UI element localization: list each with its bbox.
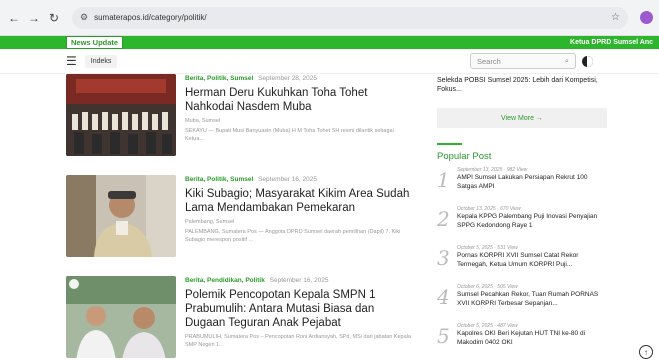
- article-thumbnail[interactable]: [66, 276, 176, 358]
- popular-meta: October 6, 2025 · 505 View: [457, 284, 518, 290]
- popular-rank: 1: [437, 168, 450, 192]
- popular-rank: 3: [437, 246, 450, 270]
- article-title[interactable]: Kiki Subagio; Masyarakat Kikim Area Suda…: [185, 187, 411, 215]
- sidebar-top-post[interactable]: Selekda POBSI Sumsel 2025: Lebih dari Ko…: [437, 76, 607, 94]
- back-icon[interactable]: ←: [6, 10, 22, 26]
- article-date: September 16, 2025: [269, 277, 329, 284]
- ticker-headline[interactable]: Ketua DPRD Sumsel Anc: [570, 39, 659, 46]
- hamburger-icon[interactable]: ☰: [66, 54, 77, 68]
- news-update-tag: News Update: [66, 36, 124, 49]
- address-bar[interactable]: ⚙ sumaterapos.id/category/politik/ ☆: [72, 6, 628, 29]
- popular-item[interactable]: 4 October 6, 2025 · 505 View Sumsel Peca…: [437, 284, 607, 318]
- search-placeholder: Search: [477, 56, 501, 66]
- arrow-up-icon[interactable]: ↑: [639, 345, 653, 359]
- popular-title[interactable]: Pornas KORPRI XVII Sumsel Catat Rekor Te…: [457, 252, 607, 269]
- dark-mode-icon[interactable]: [582, 55, 593, 67]
- search-input[interactable]: Search ⌕: [470, 53, 576, 69]
- popular-item[interactable]: 5 October 5, 2025 · 487 View Kapolres OK…: [437, 323, 607, 357]
- popular-meta: October 5, 2025 · 487 View: [457, 323, 518, 329]
- main-content: Berita, Politik, Sumsel September 28, 20…: [0, 74, 659, 361]
- article-title[interactable]: Herman Deru Kukuhkan Toha Tohet Nahkodai…: [185, 86, 411, 114]
- article-categories[interactable]: Berita, Politik, Sumsel: [185, 75, 253, 82]
- tune-icon[interactable]: ⚙: [80, 12, 88, 23]
- article-thumbnail[interactable]: [66, 175, 176, 257]
- site-navbar: ☰ Indeks Search ⌕: [0, 49, 659, 74]
- article-excerpt: SEKAYU — Bupati Musi Banyuasin (Muba) H …: [185, 128, 394, 142]
- article-thumbnail[interactable]: [66, 74, 176, 156]
- popular-rank: 4: [437, 285, 450, 309]
- popular-item[interactable]: 2 October 13, 2025 · 670 View Kepala KPP…: [437, 206, 607, 240]
- article-categories[interactable]: Berita, Politik, Sumsel: [185, 176, 253, 183]
- browser-toolbar: ← → ↻ ⚙ sumaterapos.id/category/politik/…: [0, 0, 659, 36]
- news-ticker: News Update Ketua DPRD Sumsel Anc: [0, 36, 659, 49]
- popular-item[interactable]: 3 October 5, 2025 · 531 View Pornas KORP…: [437, 245, 607, 279]
- popular-meta: October 13, 2025 · 670 View: [457, 206, 521, 212]
- popular-meta: October 5, 2025 · 531 View: [457, 245, 518, 251]
- reload-icon[interactable]: ↻: [46, 10, 62, 26]
- article-location: Palembang, Sumsel: [185, 219, 235, 225]
- article-title[interactable]: Polemik Pencopotan Kepala SMPN 1 Prabumu…: [185, 288, 411, 330]
- indeks-button[interactable]: Indeks: [84, 54, 118, 68]
- article-item[interactable]: Berita, Politik, Sumsel September 16, 20…: [66, 175, 411, 257]
- popular-rank: 5: [437, 324, 450, 348]
- article-excerpt: PALEMBANG, Sumatera Pos — Anggota DPRD S…: [185, 229, 401, 243]
- star-icon[interactable]: ☆: [611, 12, 620, 23]
- article-date: September 28, 2025: [258, 75, 317, 82]
- sidebar: Selekda POBSI Sumsel 2025: Lebih dari Ko…: [437, 74, 607, 357]
- view-more-button[interactable]: View More →: [437, 108, 607, 128]
- popular-rank: 2: [437, 207, 450, 231]
- popular-divider: [437, 143, 462, 145]
- popular-item[interactable]: 1 September 13, 2025 · 982 View AMPI Sum…: [437, 167, 607, 201]
- popular-title[interactable]: Sumsel Pecahkan Rekor, Tuan Rumah PORNAS…: [457, 291, 607, 308]
- popular-title[interactable]: AMPI Sumsel Lakukan Persiapan Rekrut 100…: [457, 174, 607, 191]
- article-categories[interactable]: Berita, Pendidikan, Politik: [185, 277, 265, 284]
- popular-title[interactable]: Kepala KPPG Palembang Puji Inovasi Penya…: [457, 213, 607, 230]
- article-item[interactable]: Berita, Pendidikan, Politik September 16…: [66, 276, 411, 358]
- article-location: Muba, Sumsel: [185, 118, 221, 124]
- forward-icon[interactable]: →: [26, 10, 42, 26]
- article-date: September 16, 2025: [258, 176, 317, 183]
- popular-meta: September 13, 2025 · 982 View: [457, 167, 528, 173]
- article-excerpt: PRABUMULIH, Sumatera Pos – Pencopotan Ro…: [185, 334, 411, 348]
- article-item[interactable]: Berita, Politik, Sumsel September 28, 20…: [66, 74, 411, 156]
- url-text[interactable]: sumaterapos.id/category/politik/: [94, 13, 611, 22]
- popular-post-heading: Popular Post: [437, 151, 492, 162]
- profile-avatar[interactable]: [640, 11, 653, 24]
- search-icon[interactable]: ⌕: [565, 56, 569, 66]
- popular-title[interactable]: Kapolres OKI Beri Kejutan HUT TNI ke-80 …: [457, 330, 607, 347]
